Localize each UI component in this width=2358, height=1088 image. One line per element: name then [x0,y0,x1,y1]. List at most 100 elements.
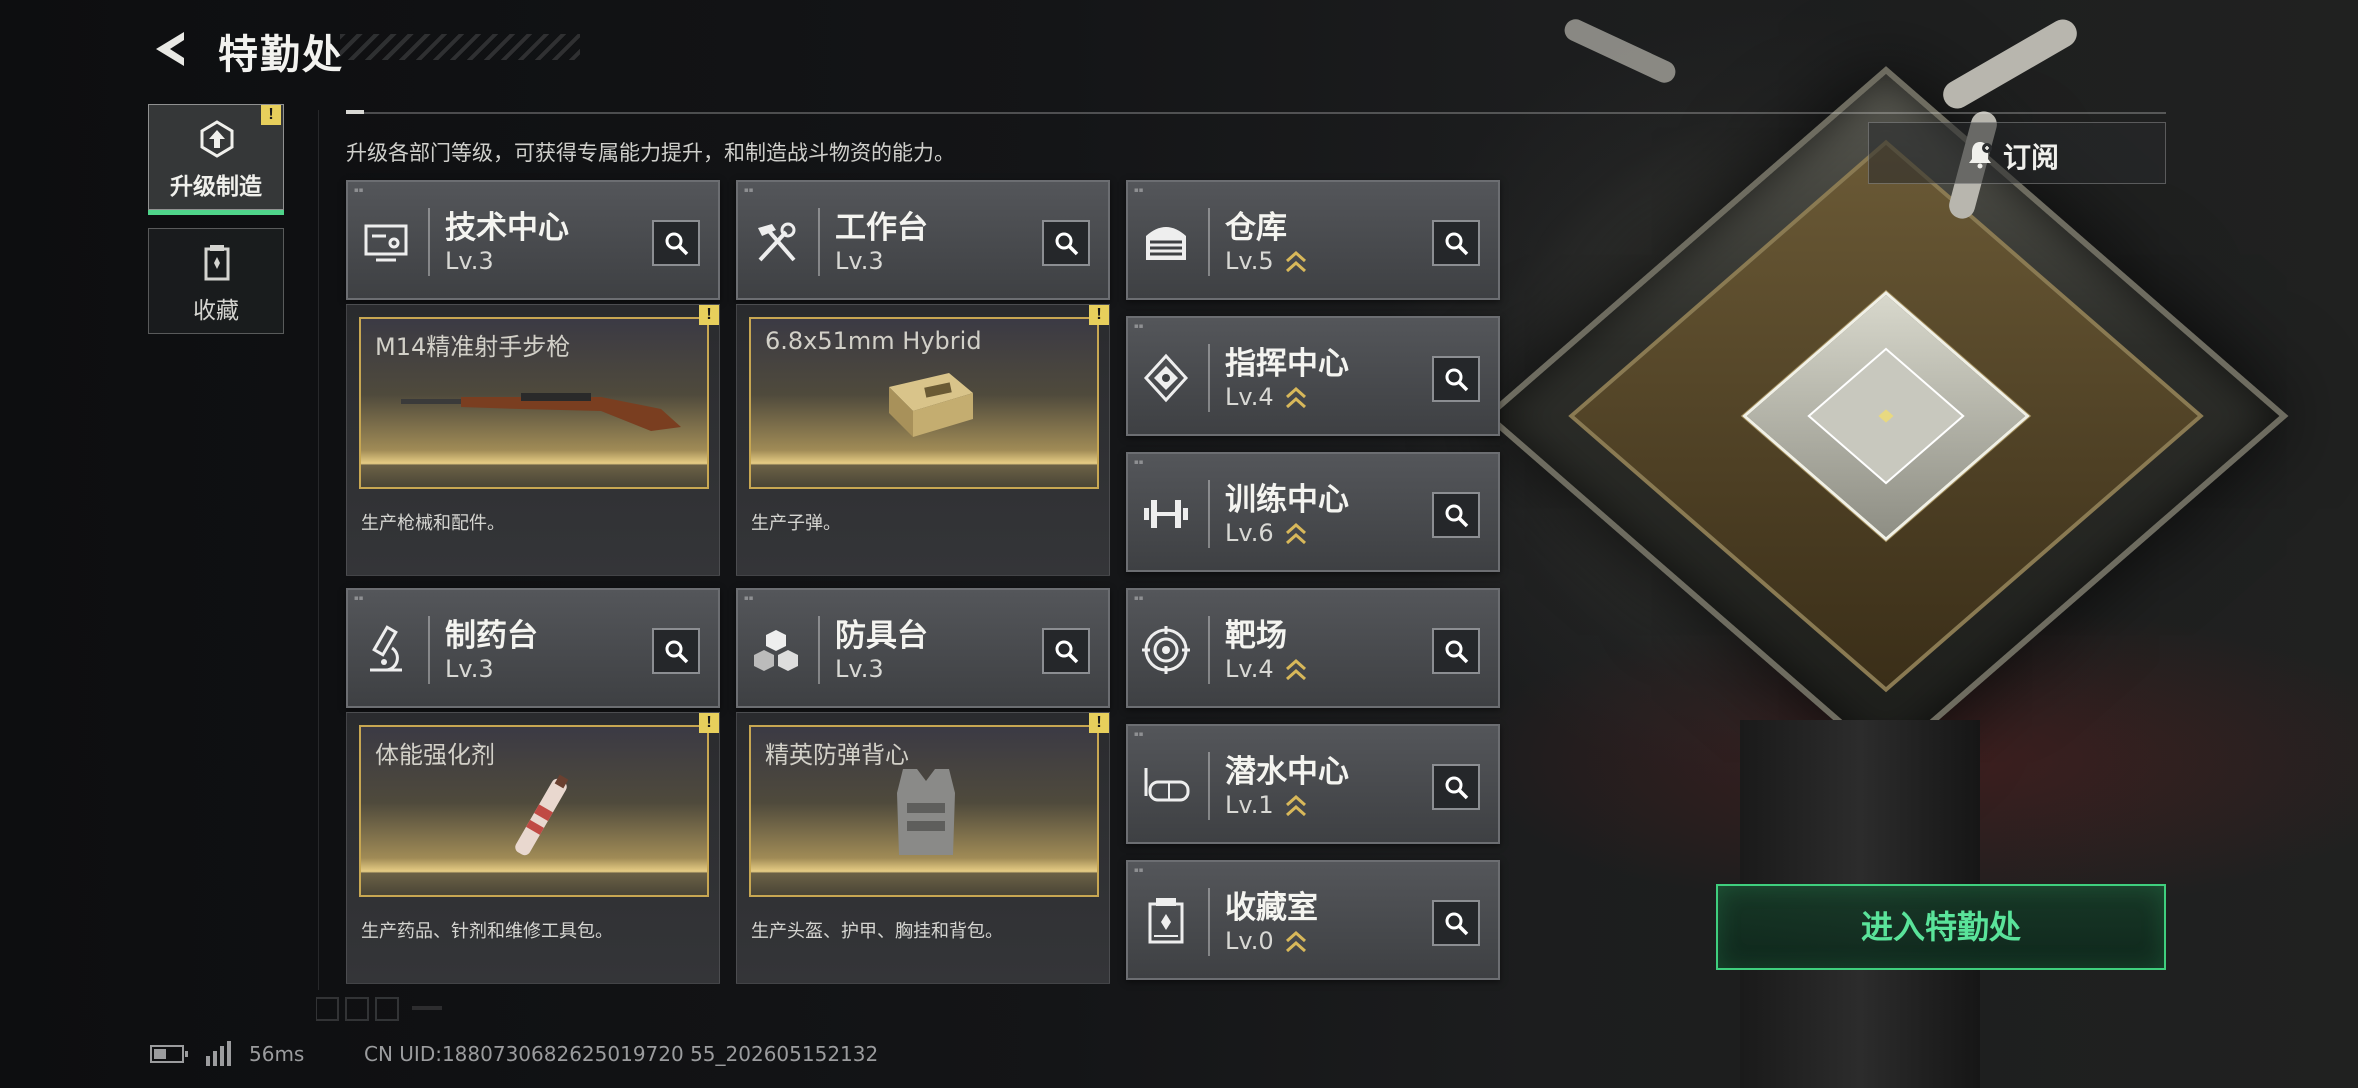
dept-name: 仓库 [1225,210,1287,246]
dept-name: 防具台 [835,618,928,654]
product-name: 精英防弹背心 [765,741,909,769]
dept-level: Lv.5 [1225,247,1274,275]
dept-card-tech-center[interactable]: ▪▪ 技术中心 Lv.3 [346,180,720,300]
dept-level: Lv.3 [445,655,494,683]
dept-card-armor-bench[interactable]: ▪▪ 防具台 Lv.3 [736,588,1110,708]
rifle-icon [401,393,681,431]
inspect-button[interactable] [1042,220,1090,266]
dept-name: 技术中心 [445,210,569,246]
collection-room-icon [1148,898,1184,944]
search-icon [1445,912,1469,936]
inspect-button[interactable] [652,628,700,674]
pharmacy-icon [370,625,402,672]
page-title: 特勤处 [218,32,344,78]
dept-level: Lv.4 [1225,655,1274,683]
search-icon [665,640,689,664]
product-description: 生产药品、针剂和维修工具包。 [361,921,613,942]
search-icon [1055,232,1079,256]
dept-level: Lv.0 [1225,927,1274,955]
dept-level: Lv.3 [835,247,884,275]
search-icon [665,232,689,256]
inspect-button[interactable] [1432,220,1480,266]
upgrade-available-icon [1286,930,1306,953]
product-panel-workbench[interactable]: 6.8x51mm Hybrid ! 生产子弹。 [736,304,1110,576]
dept-name: 指挥中心 [1225,346,1349,382]
tab-collection[interactable]: 收藏 [148,228,284,334]
upgrade-available-icon [1286,658,1306,681]
training-center-icon [1144,500,1188,528]
armor-bench-icon [754,630,798,671]
syringe-icon [515,774,569,856]
inspect-button[interactable] [652,220,700,266]
vest-icon [897,769,955,855]
dept-name: 训练中心 [1225,482,1349,518]
dept-name: 潜水中心 [1225,754,1349,790]
workbench-icon [758,222,796,262]
product-name: 6.8x51mm Hybrid [765,327,982,355]
command-center-icon [1143,353,1189,403]
product-preview: 体能强化剂 [359,725,709,897]
dept-name: 工作台 [835,210,928,246]
dept-name: 收藏室 [1225,890,1318,926]
product-description: 生产枪械和配件。 [361,513,505,534]
upgrade-available-icon [1286,794,1306,817]
dept-card-shooting-range[interactable]: ▪▪ 靶场 Lv.4 [1126,588,1500,708]
search-icon [1055,640,1079,664]
upgrade-available-icon [1286,522,1306,545]
search-icon [1445,776,1469,800]
back-arrow-icon[interactable] [150,28,192,70]
footer-decoration [316,997,442,1021]
warehouse-icon [1146,227,1186,260]
product-panel-pharmacy[interactable]: 体能强化剂 ! 生产药品、针剂和维修工具包。 [346,712,720,984]
inspect-button[interactable] [1432,900,1480,946]
product-description: 生产子弹。 [751,513,841,534]
upgrade-available-icon [1286,250,1306,273]
dept-level: Lv.3 [835,655,884,683]
dept-name: 靶场 [1225,618,1287,654]
dept-card-workbench[interactable]: ▪▪ 工作台 Lv.3 [736,180,1110,300]
dept-level: Lv.1 [1225,791,1274,819]
uid-readout: CN UID:1880730682625019720 55_2026051521… [364,1042,879,1066]
dept-level: Lv.4 [1225,383,1274,411]
dept-card-training-center[interactable]: ▪▪ 训练中心 Lv.6 [1126,452,1500,572]
dept-card-pharmacy[interactable]: ▪▪ 制药台 Lv.3 [346,588,720,708]
page-subtitle: 升级各部门等级，可获得专属能力提升，和制造战斗物资的能力。 [346,141,955,165]
collection-icon [204,245,230,281]
product-panel-tech-center[interactable]: M14精准射手步枪 ! 生产枪械和配件。 [346,304,720,576]
diving-center-icon [1144,768,1190,802]
dept-card-diving-center[interactable]: ▪▪ 潜水中心 Lv.1 [1126,724,1500,844]
bell-icon [1969,142,1992,169]
upgrade-icon [200,120,234,158]
product-preview: M14精准射手步枪 [359,317,709,489]
tab-label: 收藏 [193,298,239,324]
enter-special-ops-button[interactable]: 进入特勤处 [1716,884,2166,970]
warning-badge: ! [699,713,719,733]
search-icon [1445,640,1469,664]
product-preview: 精英防弹背心 [749,725,1099,897]
tab-upgrade-craft[interactable]: 升级制造 ! [148,104,284,215]
subscribe-button[interactable]: 订阅 [1868,122,2166,184]
dept-level: Lv.3 [445,247,494,275]
battery-icon [150,1045,188,1063]
subscribe-label: 订阅 [2003,141,2060,174]
inspect-button[interactable] [1432,628,1480,674]
inspect-button[interactable] [1432,356,1480,402]
product-preview: 6.8x51mm Hybrid [749,317,1099,489]
product-panel-armor-bench[interactable]: 精英防弹背心 ! 生产头盔、护甲、胸挂和背包。 [736,712,1110,984]
inspect-button[interactable] [1432,764,1480,810]
warning-badge: ! [699,305,719,325]
product-name: 体能强化剂 [375,741,495,769]
ping-readout: 56ms [249,1042,305,1066]
warning-badge: ! [1089,713,1109,733]
product-name: M14精准射手步枪 [375,333,571,361]
inspect-button[interactable] [1432,492,1480,538]
inspect-button[interactable] [1042,628,1090,674]
product-description: 生产头盔、护甲、胸挂和背包。 [751,921,1003,942]
dept-card-warehouse[interactable]: ▪▪ 仓库 Lv.5 [1126,180,1500,300]
dept-name: 制药台 [445,618,538,654]
dept-card-command-center[interactable]: ▪▪ 指挥中心 Lv.4 [1126,316,1500,436]
dept-card-collection-room[interactable]: ▪▪ 收藏室 Lv.0 [1126,860,1500,980]
ammo-box-icon [889,373,973,437]
search-icon [1445,232,1469,256]
title-decoration [340,34,580,60]
